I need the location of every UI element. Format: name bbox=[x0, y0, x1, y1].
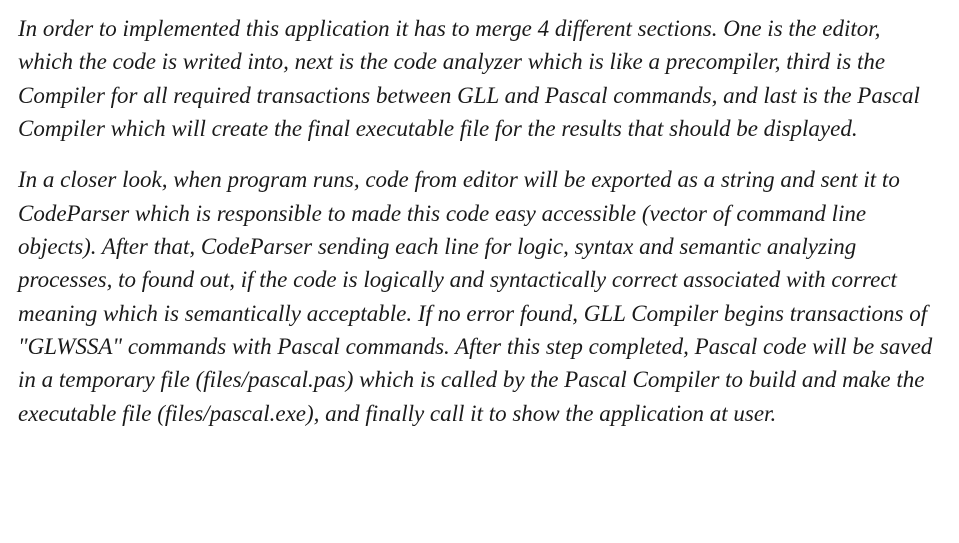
paragraph-1: In order to implemented this application… bbox=[18, 12, 941, 145]
paragraph-2: In a closer look, when program runs, cod… bbox=[18, 163, 941, 430]
